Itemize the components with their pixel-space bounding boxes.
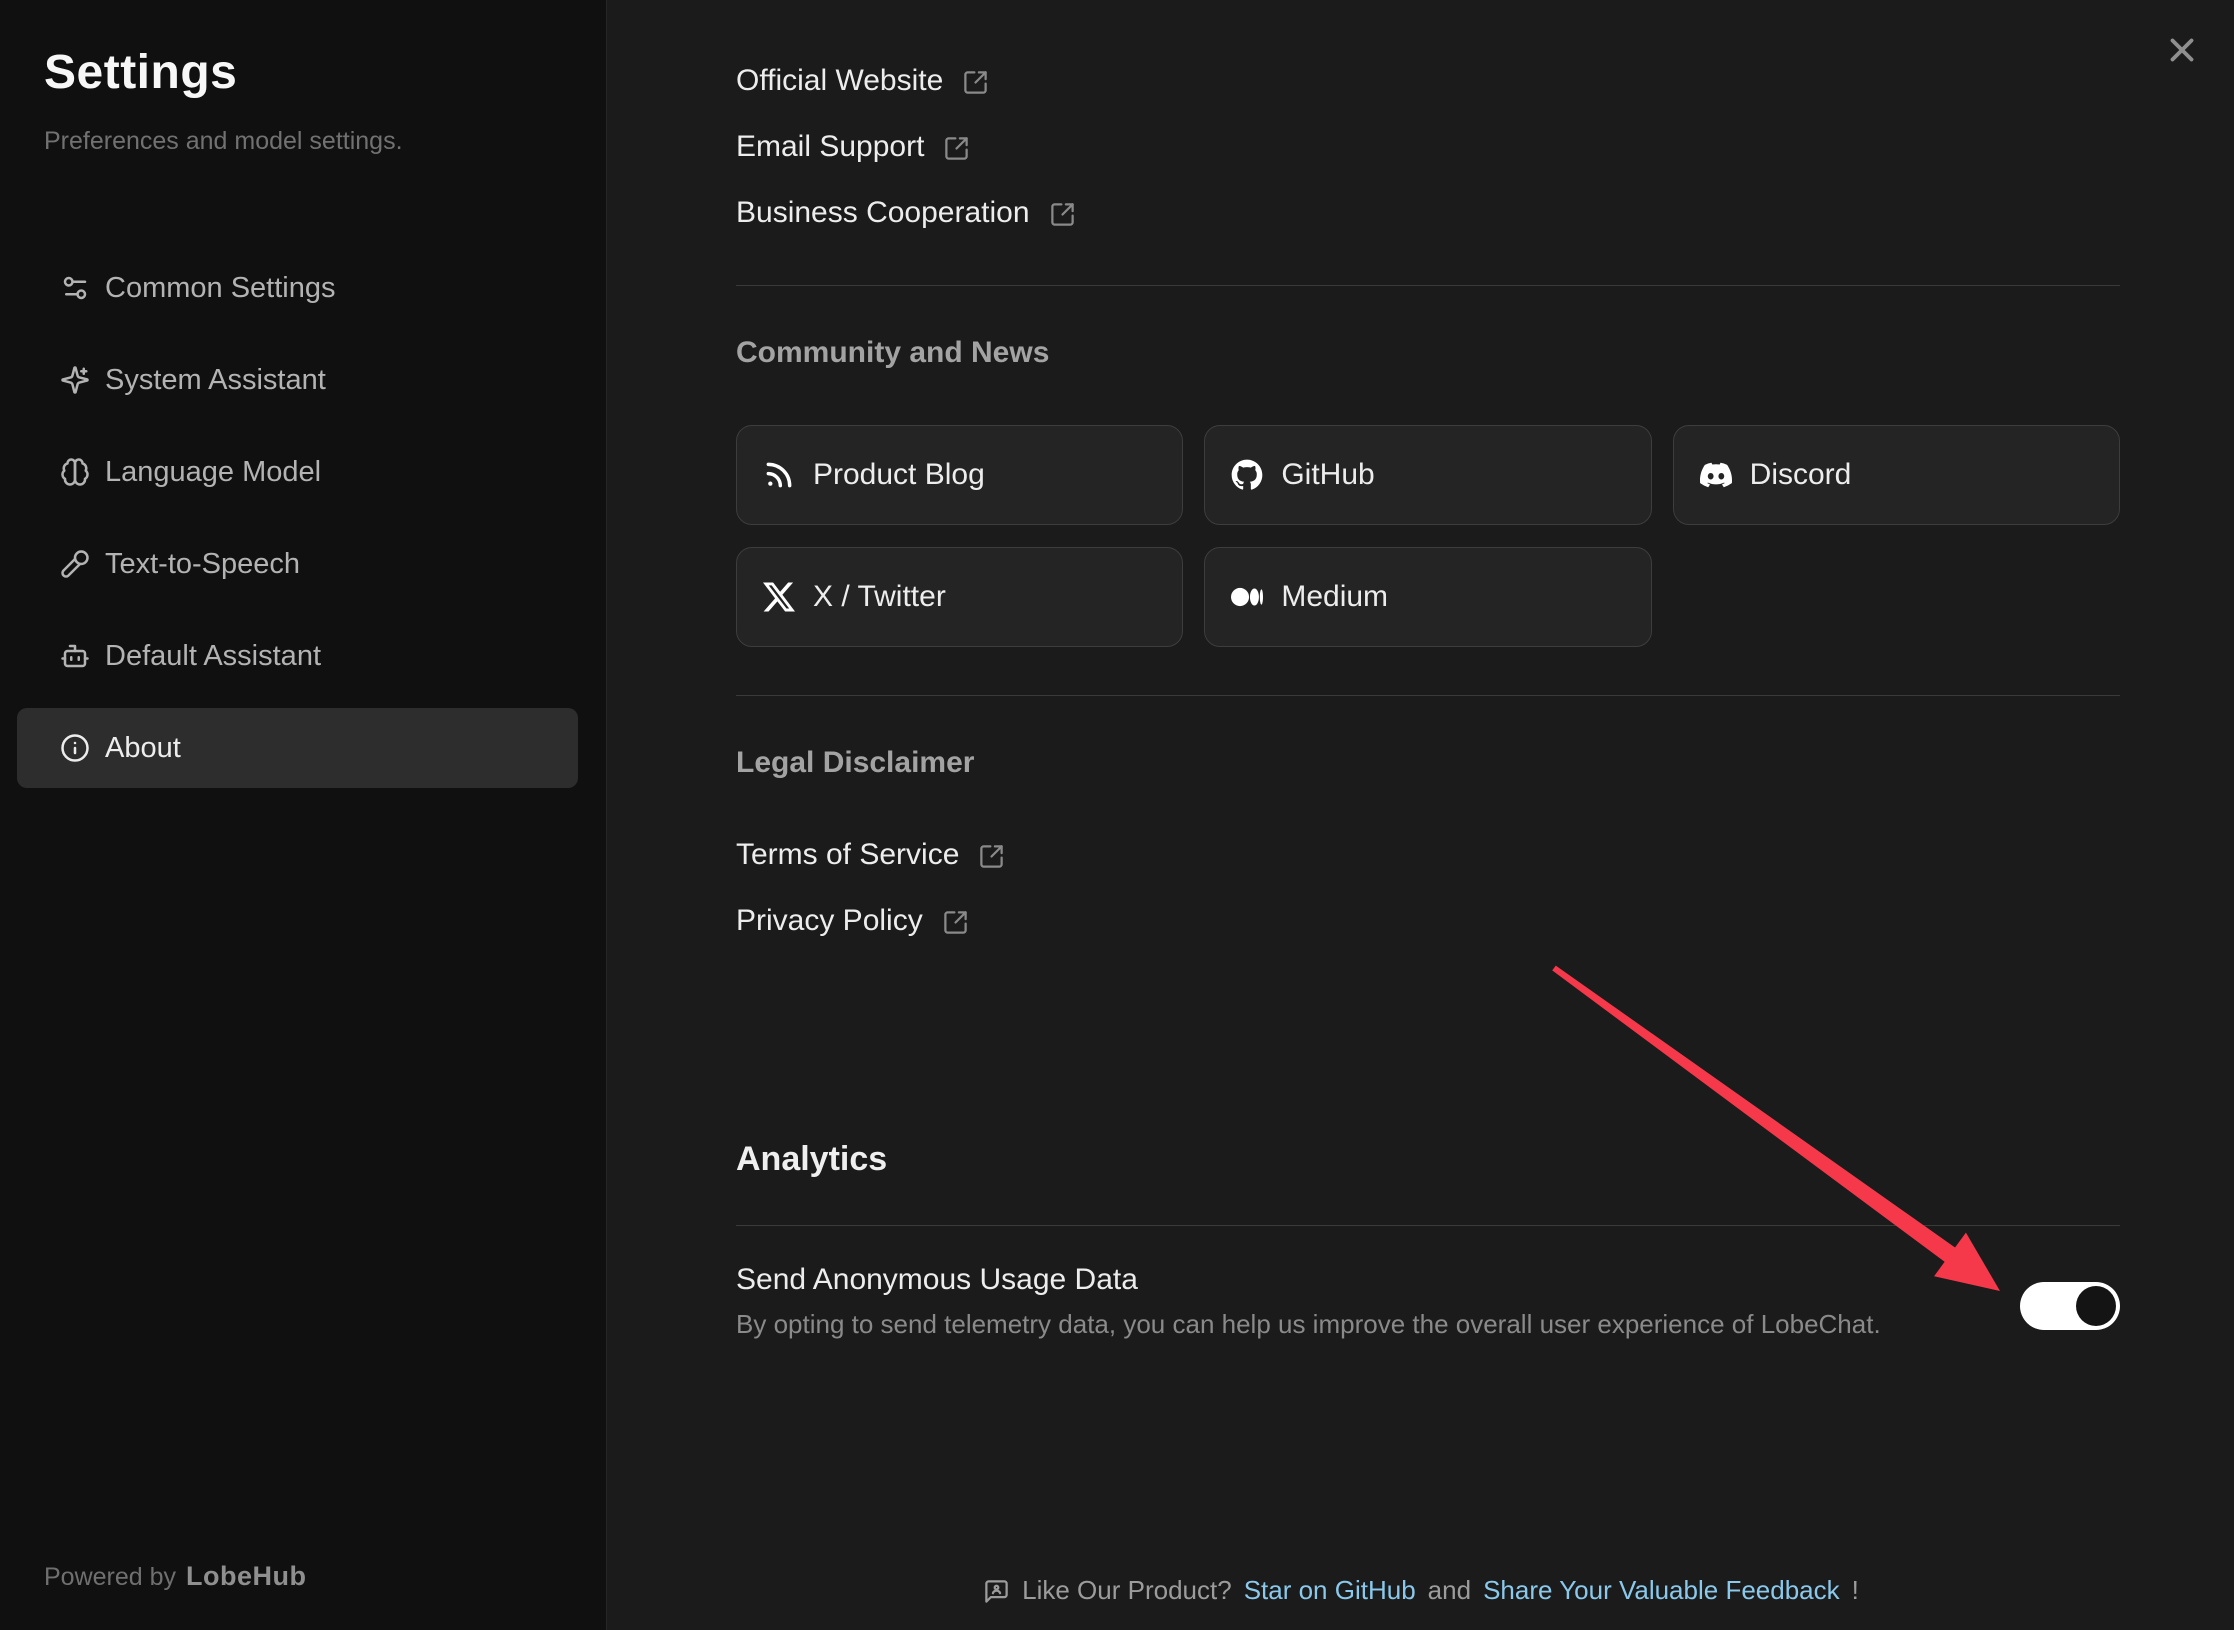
sidebar-item-label: Language Model: [105, 456, 321, 489]
button-label: Discord: [1750, 458, 1852, 492]
sidebar-item-label: System Assistant: [105, 364, 326, 397]
email-support-link[interactable]: Email Support: [736, 125, 970, 169]
button-label: GitHub: [1281, 458, 1374, 492]
analytics-heading: Analytics: [736, 1135, 2120, 1183]
product-blog-button[interactable]: Product Blog: [736, 425, 1183, 525]
link-label: Business Cooperation: [736, 196, 1030, 230]
discord-button[interactable]: Discord: [1673, 425, 2120, 525]
medium-button[interactable]: Medium: [1204, 547, 1651, 647]
lobehub-brand: LobeHub: [186, 1561, 306, 1591]
toggle-knob: [2076, 1286, 2116, 1326]
mic-icon: [60, 549, 90, 579]
settings-sidebar: Settings Preferences and model settings.…: [0, 0, 607, 1630]
medium-icon: [1231, 581, 1263, 613]
section-divider: [736, 1225, 2120, 1226]
external-link-icon: [1049, 201, 1076, 228]
page-title: Settings: [44, 44, 578, 102]
close-button[interactable]: [2160, 28, 2204, 72]
usage-data-label: Send Anonymous Usage Data: [736, 1258, 2020, 1302]
github-icon: [1231, 459, 1263, 491]
link-label: Official Website: [736, 64, 943, 98]
powered-by-text: Powered by: [44, 1563, 176, 1591]
footer-text: and: [1428, 1575, 1471, 1606]
feedback-bubble-icon: [983, 1578, 1010, 1605]
contact-us-heading: Contact Us: [736, 0, 894, 4]
brain-icon: [60, 457, 90, 487]
link-label: Email Support: [736, 130, 924, 164]
star-on-github-link[interactable]: Star on GitHub: [1244, 1575, 1416, 1606]
terms-of-service-link[interactable]: Terms of Service: [736, 833, 1005, 877]
settings-nav: Common Settings System Assistant Languag…: [17, 248, 578, 788]
sliders-icon: [60, 273, 90, 303]
discord-icon: [1700, 459, 1732, 491]
official-website-link[interactable]: Official Website: [736, 59, 989, 103]
sidebar-item-label: Default Assistant: [105, 640, 321, 673]
footer-text: Like Our Product?: [1022, 1575, 1232, 1606]
external-link-icon: [942, 909, 969, 936]
legal-heading: Legal Disclaimer: [736, 741, 2120, 785]
section-divider: [736, 695, 2120, 696]
sidebar-item-about[interactable]: About: [17, 708, 578, 788]
usage-data-setting: Send Anonymous Usage Data By opting to s…: [736, 1258, 2120, 1343]
community-buttons: Product Blog GitHub Discord X / Twitter …: [736, 425, 2120, 647]
sidebar-item-label: About: [105, 732, 181, 765]
share-feedback-link[interactable]: Share Your Valuable Feedback: [1483, 1575, 1840, 1606]
section-divider: [736, 285, 2120, 286]
close-icon: [2163, 31, 2201, 69]
external-link-icon: [943, 135, 970, 162]
page-subtitle: Preferences and model settings.: [44, 126, 578, 156]
sidebar-item-language-model[interactable]: Language Model: [17, 432, 578, 512]
link-label: Terms of Service: [736, 838, 959, 872]
business-cooperation-link[interactable]: Business Cooperation: [736, 191, 1076, 235]
sidebar-item-text-to-speech[interactable]: Text-to-Speech: [17, 524, 578, 604]
x-twitter-button[interactable]: X / Twitter: [736, 547, 1183, 647]
sparkles-icon: [60, 365, 90, 395]
info-icon: [60, 733, 90, 763]
usage-data-toggle[interactable]: [2020, 1282, 2120, 1330]
github-button[interactable]: GitHub: [1204, 425, 1651, 525]
feedback-footer: Like Our Product? Star on GitHub and Sha…: [608, 1575, 2234, 1606]
link-label: Privacy Policy: [736, 904, 923, 938]
sidebar-item-common-settings[interactable]: Common Settings: [17, 248, 578, 328]
bot-icon: [60, 641, 90, 671]
external-link-icon: [978, 843, 1005, 870]
external-link-icon: [962, 69, 989, 96]
community-heading: Community and News: [736, 331, 2120, 375]
usage-data-description: By opting to send telemetry data, you ca…: [736, 1305, 2020, 1343]
sidebar-item-system-assistant[interactable]: System Assistant: [17, 340, 578, 420]
button-label: X / Twitter: [813, 580, 946, 614]
footer-text: !: [1852, 1575, 1859, 1606]
privacy-policy-link[interactable]: Privacy Policy: [736, 899, 969, 943]
button-label: Product Blog: [813, 458, 985, 492]
rss-icon: [763, 459, 795, 491]
sidebar-item-label: Common Settings: [105, 272, 336, 305]
powered-by: Powered by LobeHub: [44, 1561, 307, 1592]
sidebar-item-default-assistant[interactable]: Default Assistant: [17, 616, 578, 696]
button-label: Medium: [1281, 580, 1388, 614]
x-twitter-icon: [763, 581, 795, 613]
sidebar-item-label: Text-to-Speech: [105, 548, 300, 581]
about-panel: Contact Us Official Website Email Suppor…: [608, 0, 2234, 1630]
